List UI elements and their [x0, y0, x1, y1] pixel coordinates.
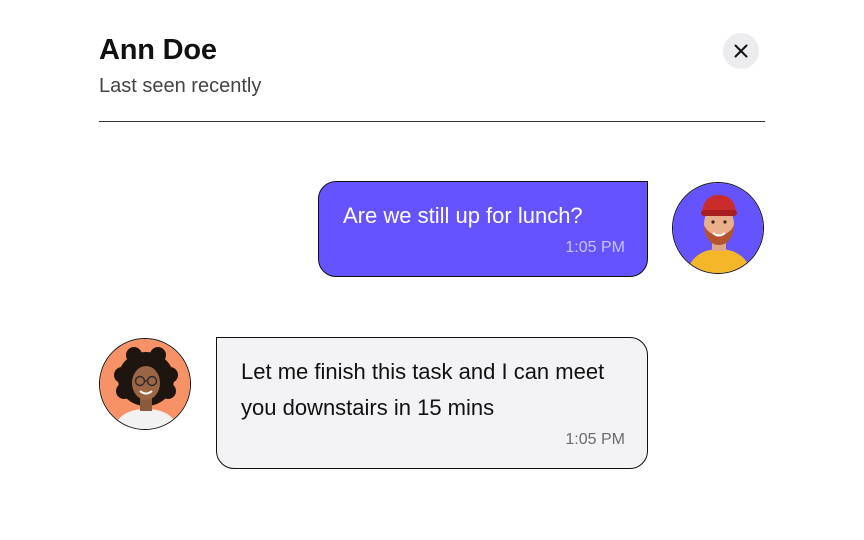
avatar-sender	[672, 182, 764, 274]
avatar-woman-curly-hair-icon	[100, 339, 190, 429]
close-button[interactable]	[723, 33, 759, 69]
avatar-contact	[99, 338, 191, 430]
message-bubble-incoming[interactable]: Let me finish this task and I can meet y…	[216, 337, 648, 469]
message-timestamp: 1:05 PM	[565, 239, 625, 256]
message-timestamp: 1:05 PM	[565, 431, 625, 448]
message-bubble-outgoing[interactable]: Are we still up for lunch? 1:05 PM	[318, 181, 648, 277]
message-text: Let me finish this task and I can meet y…	[241, 359, 605, 420]
avatar-man-red-beanie-icon	[673, 183, 763, 273]
message-text: Are we still up for lunch?	[343, 203, 583, 228]
contact-name: Ann Doe	[99, 34, 217, 66]
header-divider	[99, 121, 765, 122]
close-icon	[734, 44, 748, 58]
last-seen-status: Last seen recently	[99, 75, 262, 97]
